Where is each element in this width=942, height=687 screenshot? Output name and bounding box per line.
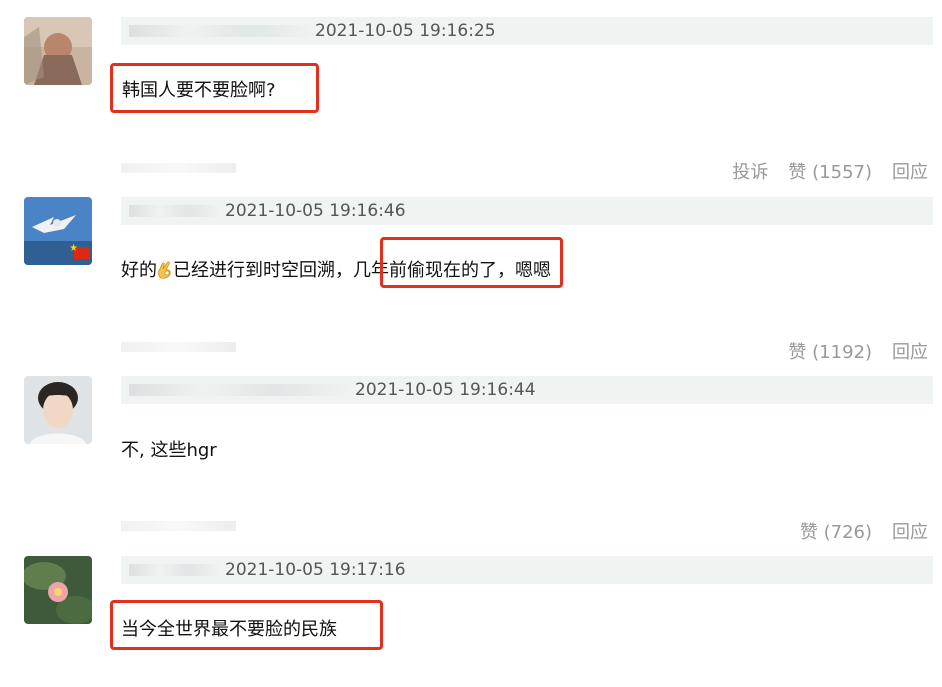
quoted-reply-redacted	[121, 342, 236, 352]
like-button[interactable]: 赞 (1192)	[788, 338, 872, 364]
avatar[interactable]	[24, 197, 92, 265]
comment-text-part: 已经进行到时空回溯，	[173, 260, 353, 281]
quoted-reply-redacted	[121, 521, 236, 531]
username-redacted	[129, 205, 219, 217]
comment-actions: 赞 (726) 回应	[800, 518, 928, 544]
comment-meta: 2021-10-05 19:16:25	[121, 17, 933, 45]
comment-meta: 2021-10-05 19:16:44	[121, 376, 933, 404]
report-link[interactable]: 投诉	[732, 158, 768, 184]
comment-timestamp: 2021-10-05 19:17:16	[225, 560, 406, 580]
username-redacted	[129, 564, 219, 576]
like-button[interactable]: 赞 (726)	[800, 518, 872, 544]
highlight-box	[110, 63, 319, 113]
avatar[interactable]	[24, 17, 92, 85]
avatar[interactable]	[24, 376, 92, 444]
ok-hand-icon	[158, 261, 171, 279]
avatar[interactable]	[24, 556, 92, 624]
highlight-box	[110, 600, 383, 650]
comment-meta: 2021-10-05 19:17:16	[121, 556, 933, 584]
comment-actions: 赞 (1192) 回应	[788, 338, 928, 364]
username-redacted	[129, 25, 309, 37]
comment-meta: 2021-10-05 19:16:46	[121, 197, 933, 225]
highlight-box	[380, 237, 563, 288]
reply-button[interactable]: 回应	[892, 518, 928, 544]
comment-text: 不, 这些hgr	[121, 440, 217, 461]
comment-timestamp: 2021-10-05 19:16:25	[315, 21, 496, 41]
reply-button[interactable]: 回应	[892, 338, 928, 364]
quoted-reply-redacted	[121, 163, 236, 173]
like-button[interactable]: 赞 (1557)	[788, 158, 872, 184]
comment-timestamp: 2021-10-05 19:16:46	[225, 201, 406, 221]
username-redacted	[129, 384, 349, 396]
reply-button[interactable]: 回应	[892, 158, 928, 184]
comment-timestamp: 2021-10-05 19:16:44	[355, 380, 536, 400]
comment-text-part: 好的	[121, 260, 157, 281]
comment-actions: 投诉 赞 (1557) 回应	[732, 158, 928, 184]
